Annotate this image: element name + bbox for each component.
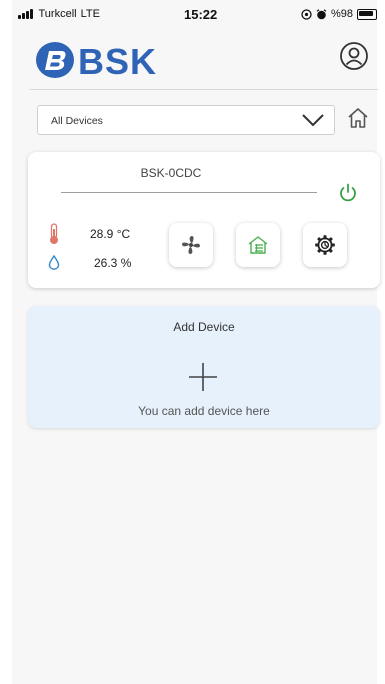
logo-text: BSK [78, 41, 158, 82]
device-filter-value: All Devices [51, 115, 103, 127]
add-device-title: Add Device [173, 320, 235, 334]
temperature-value: 28.9 °C [90, 227, 131, 241]
device-name-underline [61, 192, 317, 193]
status-right: %98 [301, 8, 378, 20]
status-left: Turkcell LTE [18, 8, 100, 20]
network-label: LTE [80, 8, 100, 20]
add-device-subtitle: You can add device here [138, 404, 270, 418]
add-device-card[interactable]: Add Device You can add device here [28, 306, 380, 428]
power-button[interactable] [337, 182, 359, 204]
home-button[interactable] [346, 106, 370, 130]
humidity-value: 26.3 % [94, 256, 132, 270]
home-heating-icon [248, 236, 268, 254]
device-name: BSK-0CDC [140, 166, 202, 180]
header-divider [30, 89, 378, 90]
power-icon [340, 183, 356, 202]
carrier-label: Turkcell [38, 8, 77, 20]
chevron-down-icon [302, 114, 324, 127]
bsk-logo: BSK [35, 39, 175, 82]
location-icon [301, 8, 312, 20]
fan-button[interactable] [169, 223, 213, 267]
signal-icon [18, 9, 33, 19]
settings-button[interactable] [303, 223, 347, 267]
home-icon [348, 108, 368, 128]
status-time: 15:22 [184, 7, 218, 22]
plus-icon[interactable] [188, 362, 218, 392]
home-mode-button[interactable] [236, 223, 280, 267]
user-icon [340, 42, 368, 70]
device-card[interactable]: BSK-0CDC 28.9 °C 26.3 % [28, 152, 380, 288]
fan-icon [182, 236, 200, 254]
humidity-drop-icon [48, 255, 60, 270]
profile-button[interactable] [339, 41, 369, 71]
gear-icon [315, 235, 335, 255]
alarm-icon [316, 8, 327, 19]
device-filter-dropdown[interactable]: All Devices [37, 105, 335, 135]
battery-percent: %98 [331, 8, 354, 20]
status-bar: Turkcell LTE 15:22 %98 [0, 0, 385, 26]
thermometer-icon [50, 223, 58, 244]
battery-icon [357, 8, 378, 20]
